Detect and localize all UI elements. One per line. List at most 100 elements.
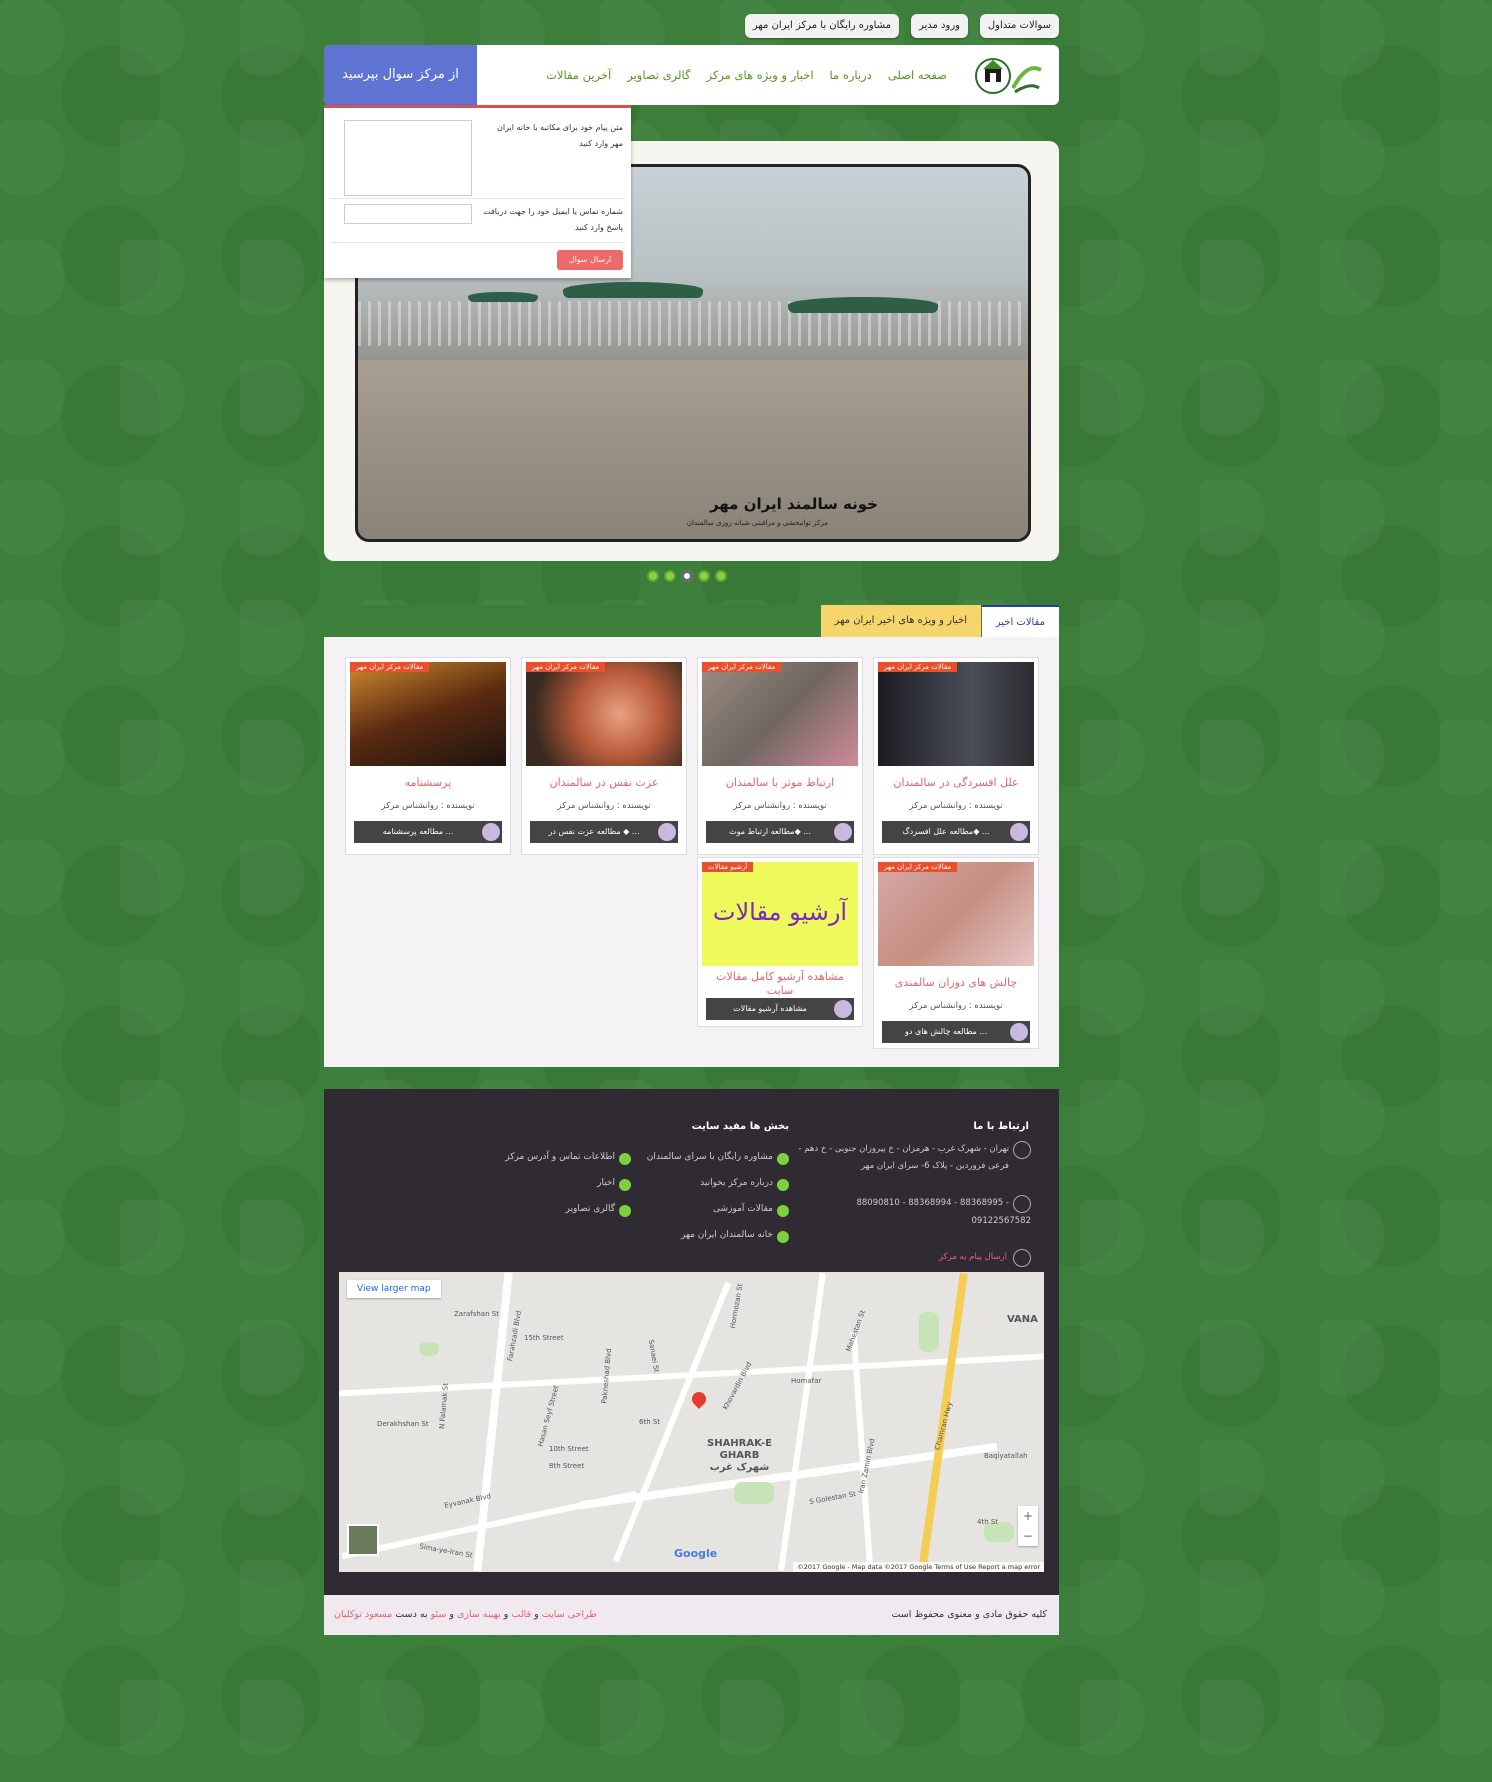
credit-template-link[interactable]: قالب — [511, 1609, 531, 1620]
article-card[interactable]: مقالات مرکز ایران مهر چالش های دوران سال… — [873, 857, 1039, 1049]
slider-dot[interactable] — [698, 570, 710, 582]
map-label: Zarafshan St — [454, 1310, 499, 1318]
tab-recent-news[interactable]: اخبار و ویژه های اخیر ایران مهر — [820, 605, 981, 637]
send-message-link[interactable]: ارسال پیام به مرکز — [939, 1249, 1007, 1266]
article-author: نویسنده : روانشناس مرکز — [381, 801, 475, 811]
message-textarea[interactable] — [344, 120, 472, 196]
archive-image: آرشیو مقالات آرشیو مقالات — [702, 862, 858, 966]
credit-by: به دست — [395, 1609, 428, 1620]
archive-button[interactable]: مشاهده آرشیو مقالات — [706, 998, 854, 1020]
credit-sep: و — [534, 1609, 539, 1620]
read-more-button[interactable]: مطالعه چالش های دو ... — [882, 1021, 1030, 1043]
footer-mobile: 09122567582 — [971, 1216, 1032, 1226]
contact-input[interactable] — [344, 204, 472, 224]
contact-label: شماره تماس یا ایمیل خود را جهت دریافت پا… — [483, 207, 623, 232]
map-label: 8th Street — [549, 1462, 585, 1470]
nav-articles[interactable]: آخرین مقالات — [546, 68, 611, 82]
article-card[interactable]: مقالات مرکز ایران مهر علل افسردگی در سال… — [873, 657, 1039, 855]
article-image: مقالات مرکز ایران مهر — [702, 662, 858, 766]
content-tabs: مقالات اخیر اخبار و ویژه های اخیر ایران … — [324, 605, 1059, 639]
slider-dot-active[interactable] — [681, 570, 693, 582]
read-more-button[interactable]: مطالعه علل افسردگ◆ ... — [882, 821, 1030, 843]
read-more-button[interactable]: مطالعه عزت نفس در ◆ ... — [530, 821, 678, 843]
nav-news[interactable]: اخبار و ویژه های مرکز — [707, 68, 814, 82]
map-zoom-control[interactable]: + − — [1018, 1506, 1038, 1546]
top-links-bar: سوالات متداول ورود مدیر مشاوره رایگان با… — [324, 14, 1059, 38]
article-badge: مقالات مرکز ایران مهر — [878, 862, 958, 872]
footer-link[interactable]: مشاوره رایگان با سرای سالمندان — [647, 1152, 790, 1165]
article-card[interactable]: مقالات مرکز ایران مهر پرسشنامه نویسنده :… — [345, 657, 511, 855]
article-card[interactable]: مقالات مرکز ایران مهر عزت نفس در سالمندا… — [521, 657, 687, 855]
map-label: Derakhshan St — [377, 1420, 429, 1428]
map-attribution: ©2017 Google - Map data ©2017 Google Ter… — [793, 1562, 1044, 1572]
nav-about[interactable]: درباره ما — [830, 68, 872, 82]
article-title[interactable]: چالش های دوران سالمندی — [874, 976, 1038, 989]
send-question-button[interactable]: ارسال سوال — [557, 250, 623, 270]
map-satellite-toggle[interactable] — [347, 1524, 379, 1556]
map-label: Sima-ye-Iran St — [418, 1542, 474, 1560]
map-label: VANA — [1007, 1314, 1038, 1325]
article-title[interactable]: پرسشنامه — [346, 776, 510, 789]
google-logo: Google — [674, 1547, 718, 1560]
nav-gallery[interactable]: گالری تصاویر — [627, 68, 690, 82]
site-logo[interactable] — [975, 52, 1045, 100]
avatar — [834, 823, 852, 841]
footer-link[interactable]: اطلاعات تماس و آدرس مرکز — [505, 1152, 631, 1165]
credit-design-link[interactable]: طراحی سایت — [542, 1609, 597, 1620]
article-image: مقالات مرکز ایران مهر — [526, 662, 682, 766]
footer-link[interactable]: مقالات آموزشی — [713, 1204, 789, 1217]
article-badge: مقالات مرکز ایران مهر — [526, 662, 606, 672]
credit-seo2-link[interactable]: سئو — [431, 1609, 447, 1620]
article-badge: مقالات مرکز ایران مهر — [878, 662, 958, 672]
view-larger-map-link[interactable]: View larger map — [347, 1280, 441, 1298]
read-more-button[interactable]: مطالعه ارتباط موث◆ ... — [706, 821, 854, 843]
article-title[interactable]: ارتباط موثر با سالمندان — [698, 776, 862, 789]
footer-phones: 88090810 - 88368994 - 88368995 - — [856, 1198, 1009, 1208]
article-image: مقالات مرکز ایران مهر — [350, 662, 506, 766]
archive-card[interactable]: آرشیو مقالات آرشیو مقالات مشاهده آرشیو ک… — [697, 857, 863, 1027]
article-badge: مقالات مرکز ایران مهر — [350, 662, 430, 672]
articles-panel: مقالات مرکز ایران مهر علل افسردگی در سال… — [324, 637, 1059, 1067]
credit-author-link[interactable]: مسعود توکلیان — [334, 1609, 392, 1620]
map-pin-icon[interactable] — [689, 1389, 709, 1409]
copyright-text: کلیه حقوق مادی و معنوی محفوظ است — [891, 1609, 1047, 1620]
map-label: Baqiyatallah — [984, 1452, 1028, 1460]
avatar — [1010, 823, 1028, 841]
slider-caption: خونه سالمند ایران مهر — [709, 495, 878, 513]
footer-link[interactable]: گالری تصاویر — [565, 1204, 631, 1217]
article-title[interactable]: علل افسردگی در سالمندان — [874, 776, 1038, 789]
contact-heading: ارتباط با ما — [973, 1121, 1029, 1132]
article-title[interactable]: عزت نفس در سالمندان — [522, 776, 686, 789]
footer-link[interactable]: خانه سالمندان ایران مهر — [681, 1230, 790, 1243]
article-author: نویسنده : روانشناس مرکز — [733, 801, 827, 811]
avatar — [658, 823, 676, 841]
tab-recent-articles[interactable]: مقالات اخیر — [981, 605, 1059, 639]
zoom-out-icon[interactable]: − — [1018, 1526, 1038, 1546]
archive-title[interactable]: مشاهده آرشیو کامل مقالات سایت — [698, 970, 862, 998]
site-header: از مرکز سوال بپرسید صفحه اصلی درباره ما … — [324, 45, 1059, 105]
map-label: 4th St — [977, 1518, 999, 1526]
footer-link[interactable]: درباره مرکز بخوانید — [700, 1178, 789, 1191]
read-more-button[interactable]: مطالعه پرسشنامه ... — [354, 821, 502, 843]
article-badge: آرشیو مقالات — [702, 862, 754, 872]
location-icon — [1013, 1141, 1031, 1159]
slider-dot[interactable] — [664, 570, 676, 582]
free-consult-link[interactable]: مشاوره رایگان با مرکز ایران مهر — [744, 14, 899, 38]
article-card[interactable]: مقالات مرکز ایران مهر ارتباط موثر با سال… — [697, 657, 863, 855]
location-map[interactable]: Zarafshan St Farahzadi Blvd Hasan Seyf S… — [339, 1272, 1044, 1572]
credit-seo-link[interactable]: بهینه سازی — [457, 1609, 501, 1620]
admin-login-link[interactable]: ورود مدیر — [910, 14, 968, 38]
faq-link[interactable]: سوالات متداول — [979, 14, 1059, 38]
ask-question-button[interactable]: از مرکز سوال بپرسید — [324, 45, 477, 105]
message-icon — [1013, 1249, 1031, 1267]
slider-dot[interactable] — [647, 570, 659, 582]
article-image: مقالات مرکز ایران مهر — [878, 662, 1034, 766]
slider-dots — [647, 570, 727, 582]
copyright-bar: کلیه حقوق مادی و معنوی محفوظ است طراحی س… — [324, 1595, 1059, 1635]
credit-text: طراحی سایت و قالب و بهینه سازی و سئو به … — [334, 1609, 597, 1620]
footer-link[interactable]: اخبار — [597, 1178, 631, 1191]
footer-address: تهران - شهرک غرب - هرمزان - خ پیروزان جن… — [798, 1144, 1009, 1171]
zoom-in-icon[interactable]: + — [1018, 1506, 1038, 1526]
nav-home[interactable]: صفحه اصلی — [888, 68, 947, 82]
slider-dot[interactable] — [715, 570, 727, 582]
